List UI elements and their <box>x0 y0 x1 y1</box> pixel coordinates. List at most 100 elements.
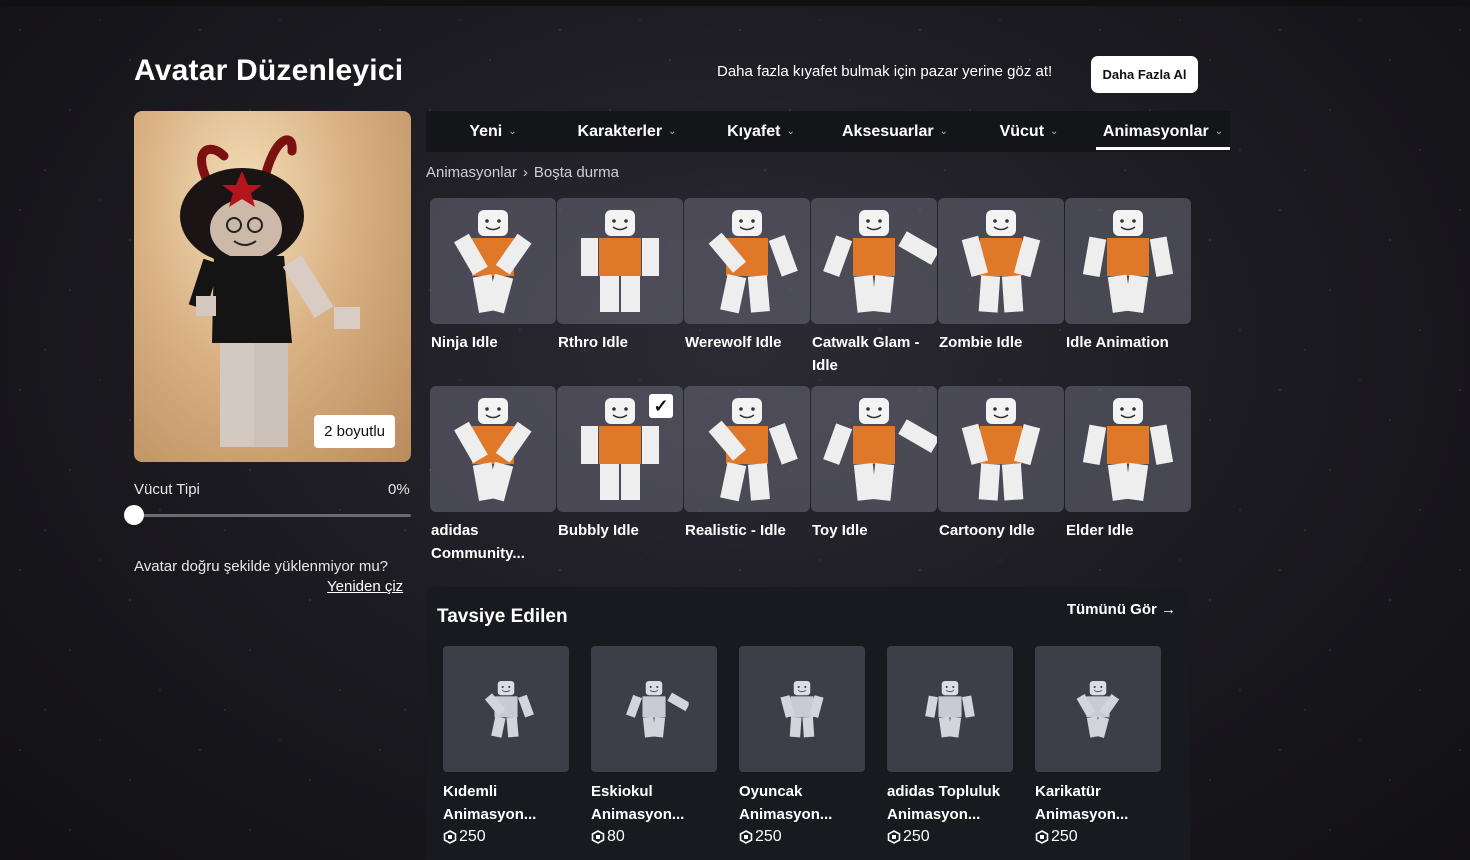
animation-thumbnail[interactable] <box>430 386 556 512</box>
recommended-price: 250 <box>1035 828 1161 846</box>
animation-thumbnail[interactable] <box>938 386 1064 512</box>
tab-1[interactable]: Karakterler ⌄ <box>560 111 694 152</box>
animation-figure <box>454 398 532 502</box>
price-value: 250 <box>459 828 486 845</box>
animation-item[interactable]: Realistic - Idle <box>684 386 810 542</box>
animation-figure <box>581 210 659 312</box>
recommended-title: Tavsiye Edilen <box>437 606 568 627</box>
price-value: 80 <box>607 828 625 845</box>
animation-figure <box>961 210 1041 313</box>
recommended-item[interactable]: Oyuncak Animasyon... 250 <box>739 646 865 846</box>
recommended-item[interactable]: Kıdemli Animasyon... 250 <box>443 646 569 846</box>
redraw-link[interactable]: Yeniden çiz <box>327 578 403 595</box>
animation-figure <box>823 398 937 501</box>
robux-icon <box>887 830 901 844</box>
animation-figure <box>1082 398 1174 502</box>
avatar-figure <box>180 135 360 447</box>
animation-figure <box>1076 680 1120 738</box>
body-type-slider[interactable] <box>134 514 411 517</box>
animation-name: Realistic - Idle <box>685 522 786 539</box>
animation-name: Zombie Idle <box>939 334 1023 351</box>
tab-3[interactable]: Aksesuarlar ⌄ <box>828 111 962 152</box>
see-all-link[interactable]: Tümünü Gör → <box>1067 601 1176 618</box>
animation-thumbnail[interactable] <box>1065 198 1191 324</box>
tab-4[interactable]: Vücut ⌄ <box>962 111 1096 152</box>
price-value: 250 <box>755 828 782 845</box>
animation-item[interactable]: Zombie Idle <box>938 198 1064 354</box>
animation-figure <box>823 210 937 313</box>
animation-thumbnail[interactable] <box>811 198 937 324</box>
animation-thumbnail[interactable] <box>1065 386 1191 512</box>
animation-name: Elder Idle <box>1066 522 1134 539</box>
tab-label: Aksesuarlar <box>841 122 934 140</box>
animation-item[interactable]: Ninja Idle <box>430 198 556 354</box>
animation-name: Werewolf Idle <box>685 334 782 351</box>
recommended-thumbnail[interactable] <box>739 646 865 772</box>
animation-figure <box>626 680 689 738</box>
get-more-button[interactable]: Daha Fazla Al <box>1091 56 1198 93</box>
body-type-slider-thumb[interactable] <box>124 505 144 525</box>
chevron-down-icon: ⌄ <box>939 126 948 137</box>
recommended-price: 250 <box>739 828 865 846</box>
animation-thumbnail[interactable] <box>938 198 1064 324</box>
tab-label: Kıyafet <box>727 122 781 140</box>
redraw-question: Avatar doğru şekilde yüklenmiyor mu? <box>134 558 389 575</box>
tab-label: Karakterler <box>577 122 663 140</box>
recommended-thumbnail[interactable] <box>1035 646 1161 772</box>
animation-item[interactable]: adidas Community... <box>430 386 556 565</box>
recommended-thumbnail[interactable] <box>591 646 717 772</box>
tab-0[interactable]: Yeni ⌄ <box>426 111 560 152</box>
recommended-item[interactable]: Karikatür Animasyon... 250 <box>1035 646 1161 846</box>
animation-name: Bubbly Idle <box>558 522 639 539</box>
avatar-preview[interactable]: 2 boyutlu <box>134 111 411 462</box>
animation-thumbnail[interactable] <box>430 198 556 324</box>
recommended-item[interactable]: adidas Topluluk Animasyon... 250 <box>887 646 1013 846</box>
robux-icon <box>443 830 457 844</box>
recommended-name: Kıdemli Animasyon... <box>443 783 537 823</box>
animation-item[interactable]: ✓ Bubbly Idle <box>557 386 683 542</box>
chevron-down-icon: ⌄ <box>786 126 795 137</box>
body-type-value: 0% <box>388 481 410 498</box>
animation-item[interactable]: Elder Idle <box>1065 386 1191 542</box>
top-bar <box>0 0 1470 6</box>
animation-thumbnail[interactable]: ✓ <box>557 386 683 512</box>
animation-name: Cartoony Idle <box>939 522 1035 539</box>
robux-icon <box>739 830 753 844</box>
animation-item[interactable]: Toy Idle <box>811 386 937 542</box>
animation-thumbnail[interactable] <box>684 386 810 512</box>
animation-figure <box>961 398 1041 501</box>
recommended-thumbnail[interactable] <box>887 646 1013 772</box>
animation-thumbnail[interactable] <box>811 386 937 512</box>
animation-figure <box>708 398 798 502</box>
recommended-name: Oyuncak Animasyon... <box>739 783 833 823</box>
see-all-label: Tümünü Gör <box>1066 601 1157 618</box>
checkmark-icon: ✓ <box>649 394 673 418</box>
animation-figure <box>484 680 534 738</box>
breadcrumb-current: Boşta durma <box>533 164 619 181</box>
animation-name: Catwalk Glam - Idle <box>812 334 920 374</box>
animation-item[interactable]: Werewolf Idle <box>684 198 810 354</box>
chevron-down-icon: ⌄ <box>1050 126 1059 137</box>
tab-label: Animasyonlar <box>1102 122 1209 140</box>
animation-name: Ninja Idle <box>431 334 498 351</box>
recommended-name: Karikatür Animasyon... <box>1035 783 1129 823</box>
tab-label: Vücut <box>999 122 1045 140</box>
recommended-item[interactable]: Eskiokul Animasyon... 80 <box>591 646 717 846</box>
robux-icon <box>1035 830 1049 844</box>
breadcrumb-parent[interactable]: Animasyonlar <box>426 164 517 181</box>
animation-item[interactable]: Catwalk Glam - Idle <box>811 198 937 377</box>
animation-thumbnail[interactable] <box>557 198 683 324</box>
animation-figure <box>925 680 975 738</box>
animation-item[interactable]: Idle Animation <box>1065 198 1191 354</box>
tab-2[interactable]: Kıyafet ⌄ <box>694 111 828 152</box>
animation-name: Toy Idle <box>812 522 868 539</box>
price-value: 250 <box>1051 828 1078 845</box>
animation-figure <box>1082 210 1174 314</box>
recommended-name: Eskiokul Animasyon... <box>591 783 685 823</box>
animation-item[interactable]: Cartoony Idle <box>938 386 1064 542</box>
recommended-thumbnail[interactable] <box>443 646 569 772</box>
animation-item[interactable]: Rthro Idle <box>557 198 683 354</box>
dimension-toggle-button[interactable]: 2 boyutlu <box>314 415 395 448</box>
tab-5[interactable]: Animasyonlar ⌄ <box>1096 111 1230 152</box>
animation-thumbnail[interactable] <box>684 198 810 324</box>
